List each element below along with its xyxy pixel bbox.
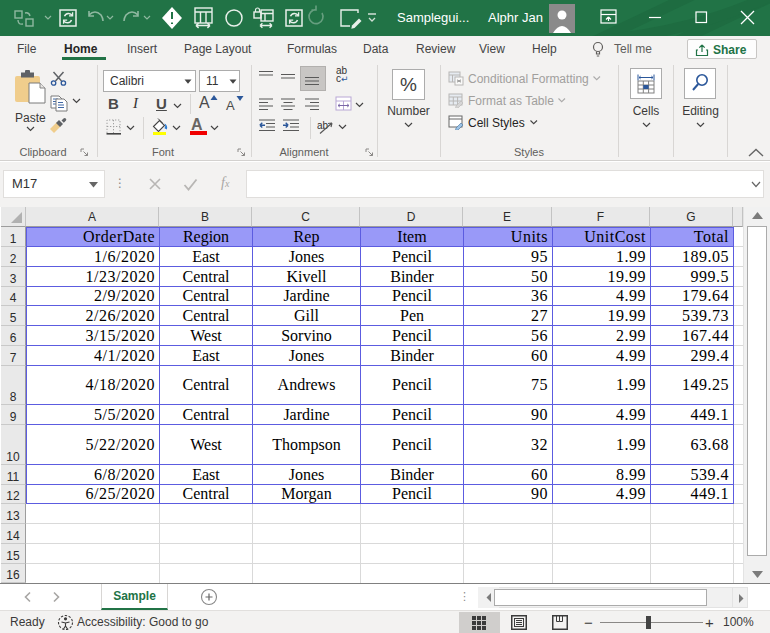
svg-text:ab: ab bbox=[317, 120, 329, 131]
